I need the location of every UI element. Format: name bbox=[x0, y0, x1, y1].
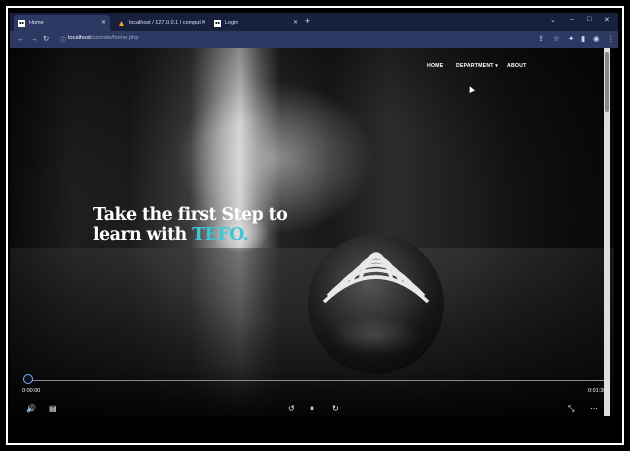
back-arrow-icon[interactable]: ← bbox=[17, 34, 25, 43]
scrollbar-thumb[interactable] bbox=[605, 52, 609, 112]
tab-strip: Home ✕ localhost / 127.0.0.1 / computer … bbox=[10, 13, 618, 31]
tab-home[interactable]: Home ✕ bbox=[14, 15, 110, 31]
nav-department-label: DEPARTMENT bbox=[456, 63, 494, 69]
forward-arrow-icon[interactable]: → bbox=[30, 34, 38, 43]
phpmyadmin-favicon-icon bbox=[118, 20, 125, 27]
hero-line-2: learn with TEFO. bbox=[93, 225, 293, 245]
seek-bar[interactable] bbox=[28, 380, 606, 381]
site-favicon-icon bbox=[214, 19, 221, 27]
tab-label: Login bbox=[225, 20, 239, 26]
tab-label: localhost / 127.0.0.1 / computer bbox=[129, 20, 201, 26]
captions-icon[interactable]: ▤ bbox=[49, 404, 57, 413]
brand-name: TEFO. bbox=[192, 225, 249, 245]
page-content: HOME DEPARTMENT ▾ ABOUT Take the first S… bbox=[10, 48, 614, 416]
reload-icon[interactable]: ↻ bbox=[43, 34, 49, 43]
tab-search-icon[interactable]: ⌄ bbox=[550, 16, 556, 24]
page-scrollbar[interactable] bbox=[604, 48, 610, 416]
close-icon[interactable]: ✕ bbox=[101, 19, 106, 26]
volume-icon[interactable]: 🔊 bbox=[26, 404, 36, 413]
video-player-controls: 0:00:00 0:01:38 🔊 ▤ ↺ ⏸ ↻ ⤡ ⋯ bbox=[10, 368, 614, 416]
side-panel-icon[interactable]: ▮ bbox=[581, 34, 585, 43]
url-host: localhost bbox=[68, 35, 91, 41]
tab-login[interactable]: Login ✕ bbox=[210, 15, 302, 31]
new-tab-button[interactable]: + bbox=[305, 16, 310, 26]
letterbox-bottom bbox=[10, 416, 618, 438]
more-options-icon[interactable]: ⋯ bbox=[590, 404, 598, 413]
url-path: /usmide/home.php bbox=[90, 35, 139, 41]
maximize-button[interactable]: □ bbox=[587, 16, 591, 23]
address-toolbar: ← → ↻ ⓘ localhost/usmide/home.php ⇪ ☆ ✦ … bbox=[10, 31, 618, 48]
close-icon[interactable]: ✕ bbox=[201, 19, 206, 26]
close-icon[interactable]: ✕ bbox=[293, 19, 298, 26]
seek-handle[interactable] bbox=[23, 374, 33, 384]
tab-phpmyadmin[interactable]: localhost / 127.0.0.1 / computer ✕ bbox=[114, 15, 210, 31]
hero-line-2-prefix: learn with bbox=[93, 225, 193, 245]
pause-icon[interactable]: ⏸ bbox=[310, 404, 314, 414]
address-bar[interactable]: localhost/usmide/home.php bbox=[68, 35, 139, 41]
screenshot-frame: Home ✕ localhost / 127.0.0.1 / computer … bbox=[0, 0, 630, 451]
nav-home-link[interactable]: HOME bbox=[427, 63, 443, 69]
profile-avatar-icon[interactable]: ◉ bbox=[593, 34, 600, 43]
rewind-10-icon[interactable]: ↺ bbox=[288, 404, 295, 413]
window-close-button[interactable]: ✕ bbox=[604, 16, 610, 24]
site-favicon-icon bbox=[18, 19, 25, 27]
chevron-down-icon: ▾ bbox=[495, 63, 499, 69]
nav-about-link[interactable]: ABOUT bbox=[507, 63, 526, 69]
extensions-icon[interactable]: ✦ bbox=[568, 34, 574, 43]
hero-line-1: Take the first Step to bbox=[93, 205, 288, 225]
current-time: 0:00:00 bbox=[22, 388, 41, 394]
bookmark-star-icon[interactable]: ☆ bbox=[553, 34, 560, 43]
hero-headline: Take the first Step to learn with TEFO. bbox=[93, 205, 293, 245]
site-info-icon[interactable]: ⓘ bbox=[60, 35, 66, 44]
minimize-button[interactable]: – bbox=[570, 16, 574, 23]
browser-chrome: Home ✕ localhost / 127.0.0.1 / computer … bbox=[10, 13, 618, 48]
share-icon[interactable]: ⇪ bbox=[538, 34, 544, 43]
nav-department-dropdown[interactable]: DEPARTMENT ▾ bbox=[456, 63, 498, 69]
exit-fullscreen-icon[interactable]: ⤡ bbox=[568, 404, 574, 414]
tab-label: Home bbox=[29, 20, 44, 26]
menu-kebab-icon[interactable]: ⋮ bbox=[607, 34, 615, 43]
forward-30-icon[interactable]: ↻ bbox=[332, 404, 339, 413]
